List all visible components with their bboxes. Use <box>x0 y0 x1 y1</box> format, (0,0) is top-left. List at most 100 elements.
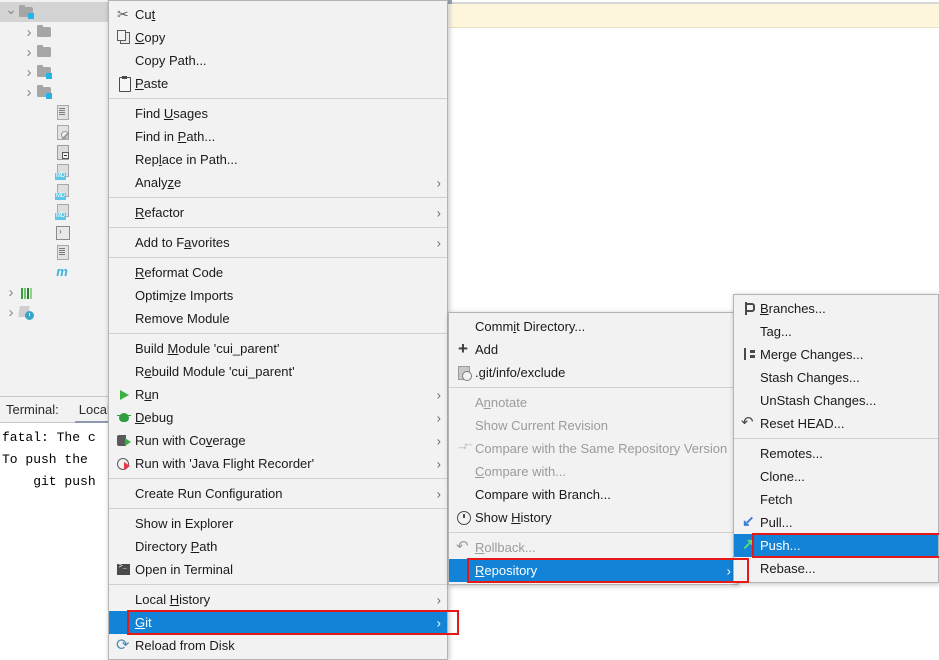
menu-item-compare-with-the-same-repository-version[interactable]: Compare with the Same Repository Version <box>449 435 737 460</box>
menu-item-directory-path[interactable]: Directory Path <box>109 535 447 558</box>
menu-item-compare-with[interactable]: Compare with... <box>449 460 737 483</box>
menu-separator <box>109 508 447 509</box>
tree-expand-arrow[interactable] <box>4 5 18 20</box>
menu-item-tag[interactable]: Tag... <box>734 320 938 343</box>
menu-item-label: Compare with the Same Repository Version <box>475 441 728 456</box>
menu-item-show-current-revision[interactable]: Show Current Revision <box>449 414 737 437</box>
reset-icon <box>738 413 760 432</box>
menu-item-compare-with-branch[interactable]: Compare with Branch... <box>449 483 737 506</box>
branch-icon <box>738 301 760 317</box>
chevron-right-icon: › <box>436 387 441 402</box>
menu-item-commit-directory[interactable]: Commit Directory... <box>449 315 737 338</box>
menu-item-copy[interactable]: Copy <box>109 26 447 49</box>
menu-item-reformat-code[interactable]: Reformat Code <box>109 261 447 284</box>
menu-item-run-with-coverage[interactable]: Run with Coverage › <box>109 429 447 452</box>
menu-item-label: Copy Path... <box>135 53 207 68</box>
module-folder-icon <box>36 84 52 100</box>
chevron-right-icon: › <box>436 433 441 448</box>
menu-item-run-with-java-flight-recorder[interactable]: Run with 'Java Flight Recorder' › <box>109 452 447 475</box>
menu-item-reset-head[interactable]: Reset HEAD... <box>734 412 938 435</box>
menu-item-label: Rebuild Module 'cui_parent' <box>135 364 295 379</box>
tree-expand-arrow[interactable] <box>4 285 18 300</box>
menu-item-icon-slot <box>738 561 760 577</box>
menu-item-clone[interactable]: Clone... <box>734 465 938 488</box>
git-submenu[interactable]: Commit Directory... Add .git/info/exclude A… <box>448 312 738 585</box>
menu-item-icon-slot <box>113 615 135 631</box>
menu-item-icon-slot <box>113 235 135 251</box>
menu-item-local-history[interactable]: Local History › <box>109 588 447 611</box>
menu-item-debug[interactable]: Debug › <box>109 406 447 429</box>
menu-item-label: Run with 'Java Flight Recorder' <box>135 456 315 471</box>
menu-item-stash-changes[interactable]: Stash Changes... <box>734 366 938 389</box>
menu-item-rollback[interactable]: Rollback... <box>449 536 737 559</box>
external-libraries-icon <box>18 284 34 300</box>
menu-item-open-in-terminal[interactable]: Open in Terminal <box>109 558 447 581</box>
menu-item-rebuild-module-cui-parent[interactable]: Rebuild Module 'cui_parent' <box>109 360 447 383</box>
menu-item-label: Reset HEAD... <box>760 416 845 431</box>
menu-item-branches[interactable]: Branches... <box>734 297 938 320</box>
menu-item-find-in-path[interactable]: Find in Path... <box>109 125 447 148</box>
menu-item-find-usages[interactable]: Find Usages <box>109 102 447 125</box>
menu-item-label: Find in Path... <box>135 129 216 144</box>
menu-item-paste[interactable]: Paste <box>109 72 447 95</box>
menu-item-annotate[interactable]: Annotate <box>449 391 737 414</box>
menu-item-icon-slot <box>113 288 135 304</box>
tree-expand-arrow[interactable] <box>22 25 36 40</box>
chevron-right-icon: › <box>436 410 441 425</box>
rollback-icon <box>453 537 475 556</box>
menu-item-repository[interactable]: Repository › <box>449 559 737 582</box>
menu-item-label: Directory Path <box>135 539 218 554</box>
menu-item-optimize-imports[interactable]: Optimize Imports <box>109 284 447 307</box>
tree-expand-arrow[interactable] <box>22 65 36 80</box>
tree-expand-arrow[interactable] <box>22 85 36 100</box>
menu-item-refactor[interactable]: Refactor › <box>109 201 447 224</box>
menu-item-show-in-explorer[interactable]: Show in Explorer <box>109 512 447 535</box>
menu-item-git[interactable]: Git › <box>109 611 447 634</box>
tree-expand-arrow[interactable] <box>22 45 36 60</box>
menu-item-build-module-cui-parent[interactable]: Build Module 'cui_parent' <box>109 337 447 360</box>
menu-item-fetch[interactable]: Fetch <box>734 488 938 511</box>
menu-item-label: Run with Coverage <box>135 433 246 448</box>
menu-item-label: Clone... <box>760 469 805 484</box>
menu-item-merge-changes[interactable]: Merge Changes... <box>734 343 938 366</box>
menu-item-label: Fetch <box>760 492 793 507</box>
menu-separator <box>109 227 447 228</box>
menu-item-icon-slot <box>113 265 135 281</box>
menu-item-pull[interactable]: Pull... <box>734 511 938 534</box>
menu-item-label: Git <box>135 615 152 630</box>
pull-icon <box>738 512 760 531</box>
menu-item-icon-slot <box>453 563 475 579</box>
tree-expand-arrow[interactable] <box>4 305 18 320</box>
menu-item-reload-from-disk[interactable]: Reload from Disk <box>109 634 447 657</box>
scratches-icon <box>18 304 34 320</box>
menu-item-unstash-changes[interactable]: UnStash Changes... <box>734 389 938 412</box>
menu-item-label: Show History <box>475 510 552 525</box>
menu-item-remove-module[interactable]: Remove Module <box>109 307 447 330</box>
menu-item-label: Cut <box>135 7 156 22</box>
repository-submenu[interactable]: Branches... Tag... Merge Changes... Stash C… <box>733 294 939 583</box>
menu-item-add[interactable]: Add <box>449 338 737 361</box>
menu-item-show-history[interactable]: Show History <box>449 506 737 529</box>
menu-item-create-run-configuration[interactable]: Create Run Configuration › <box>109 482 447 505</box>
menu-item-push[interactable]: Push... <box>734 534 938 557</box>
menu-item-icon-slot <box>738 393 760 409</box>
menu-item-cut[interactable]: Cut <box>109 3 447 26</box>
folder-icon <box>36 24 52 40</box>
menu-item-replace-in-path[interactable]: Replace in Path... <box>109 148 447 171</box>
menu-item-run[interactable]: Run › <box>109 383 447 406</box>
context-menu[interactable]: Cut Copy Copy Path... Paste Find Usages Find … <box>108 0 448 660</box>
menu-item-label: Compare with... <box>475 464 567 479</box>
menu-item-add-to-favorites[interactable]: Add to Favorites › <box>109 231 447 254</box>
menu-item-remotes[interactable]: Remotes... <box>734 442 938 465</box>
menu-item--git-info-exclude[interactable]: .git/info/exclude <box>449 361 737 384</box>
module-folder-icon <box>18 4 34 20</box>
text-file-icon <box>54 104 70 120</box>
menu-item-label: Run <box>135 387 159 402</box>
flight-recorder-icon <box>113 456 135 472</box>
menu-item-label: Tag... <box>760 324 792 339</box>
menu-item-rebase[interactable]: Rebase... <box>734 557 938 580</box>
menu-item-analyze[interactable]: Analyze › <box>109 171 447 194</box>
git-file-icon <box>453 365 475 381</box>
menu-item-label: Remove Module <box>135 311 230 326</box>
menu-item-copy-path[interactable]: Copy Path... <box>109 49 447 72</box>
